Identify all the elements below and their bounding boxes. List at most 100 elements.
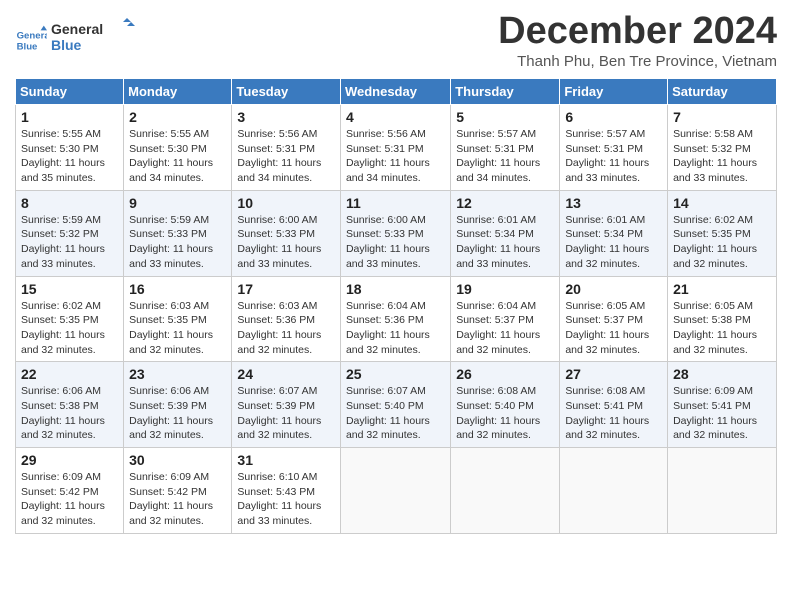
title-section: December 2024 Thanh Phu, Ben Tre Provinc… [498,10,777,70]
calendar-day-cell: 8 Sunrise: 5:59 AMSunset: 5:32 PMDayligh… [16,190,124,276]
calendar-day-cell: 17 Sunrise: 6:03 AMSunset: 5:36 PMDaylig… [232,276,341,362]
day-info: Sunrise: 6:03 AMSunset: 5:35 PMDaylight:… [129,300,213,356]
day-number: 2 [129,109,226,125]
day-number: 24 [237,366,335,382]
calendar-table: SundayMondayTuesdayWednesdayThursdayFrid… [15,78,777,534]
svg-text:General: General [17,30,47,41]
calendar-day-cell: 1 Sunrise: 5:55 AMSunset: 5:30 PMDayligh… [16,105,124,191]
day-number: 4 [346,109,445,125]
calendar-day-cell: 2 Sunrise: 5:55 AMSunset: 5:30 PMDayligh… [124,105,232,191]
calendar-day-cell: 26 Sunrise: 6:08 AMSunset: 5:40 PMDaylig… [451,362,560,448]
day-info: Sunrise: 5:55 AMSunset: 5:30 PMDaylight:… [21,128,105,184]
day-number: 8 [21,195,118,211]
calendar-week-row: 8 Sunrise: 5:59 AMSunset: 5:32 PMDayligh… [16,190,777,276]
day-info: Sunrise: 5:55 AMSunset: 5:30 PMDaylight:… [129,128,213,184]
calendar-day-cell: 3 Sunrise: 5:56 AMSunset: 5:31 PMDayligh… [232,105,341,191]
calendar-day-cell: 14 Sunrise: 6:02 AMSunset: 5:35 PMDaylig… [668,190,777,276]
day-info: Sunrise: 5:57 AMSunset: 5:31 PMDaylight:… [456,128,540,184]
col-header-tuesday: Tuesday [232,79,341,105]
day-info: Sunrise: 6:05 AMSunset: 5:38 PMDaylight:… [673,300,757,356]
calendar-day-cell: 27 Sunrise: 6:08 AMSunset: 5:41 PMDaylig… [560,362,668,448]
calendar-day-cell: 28 Sunrise: 6:09 AMSunset: 5:41 PMDaylig… [668,362,777,448]
calendar-day-cell: 25 Sunrise: 6:07 AMSunset: 5:40 PMDaylig… [340,362,450,448]
day-number: 11 [346,195,445,211]
day-number: 22 [21,366,118,382]
calendar-day-cell: 13 Sunrise: 6:01 AMSunset: 5:34 PMDaylig… [560,190,668,276]
day-number: 28 [673,366,771,382]
day-info: Sunrise: 6:02 AMSunset: 5:35 PMDaylight:… [21,300,105,356]
day-info: Sunrise: 5:56 AMSunset: 5:31 PMDaylight:… [346,128,430,184]
day-info: Sunrise: 6:09 AMSunset: 5:42 PMDaylight:… [21,471,105,527]
calendar-empty-cell [668,448,777,534]
day-info: Sunrise: 5:56 AMSunset: 5:31 PMDaylight:… [237,128,321,184]
day-number: 21 [673,281,771,297]
day-info: Sunrise: 5:59 AMSunset: 5:33 PMDaylight:… [129,214,213,270]
col-header-saturday: Saturday [668,79,777,105]
day-number: 13 [565,195,662,211]
day-info: Sunrise: 5:58 AMSunset: 5:32 PMDaylight:… [673,128,757,184]
day-info: Sunrise: 6:06 AMSunset: 5:39 PMDaylight:… [129,385,213,441]
col-header-monday: Monday [124,79,232,105]
day-number: 16 [129,281,226,297]
day-number: 19 [456,281,554,297]
day-info: Sunrise: 6:05 AMSunset: 5:37 PMDaylight:… [565,300,649,356]
day-info: Sunrise: 6:04 AMSunset: 5:37 PMDaylight:… [456,300,540,356]
calendar-day-cell: 18 Sunrise: 6:04 AMSunset: 5:36 PMDaylig… [340,276,450,362]
calendar-day-cell: 24 Sunrise: 6:07 AMSunset: 5:39 PMDaylig… [232,362,341,448]
calendar-day-cell: 20 Sunrise: 6:05 AMSunset: 5:37 PMDaylig… [560,276,668,362]
day-number: 27 [565,366,662,382]
calendar-day-cell: 19 Sunrise: 6:04 AMSunset: 5:37 PMDaylig… [451,276,560,362]
day-number: 10 [237,195,335,211]
day-info: Sunrise: 6:01 AMSunset: 5:34 PMDaylight:… [565,214,649,270]
day-number: 15 [21,281,118,297]
calendar-day-cell: 22 Sunrise: 6:06 AMSunset: 5:38 PMDaylig… [16,362,124,448]
day-info: Sunrise: 6:02 AMSunset: 5:35 PMDaylight:… [673,214,757,270]
day-number: 26 [456,366,554,382]
calendar-day-cell: 9 Sunrise: 5:59 AMSunset: 5:33 PMDayligh… [124,190,232,276]
col-header-wednesday: Wednesday [340,79,450,105]
calendar-empty-cell [560,448,668,534]
col-header-sunday: Sunday [16,79,124,105]
calendar-week-row: 1 Sunrise: 5:55 AMSunset: 5:30 PMDayligh… [16,105,777,191]
calendar-day-cell: 23 Sunrise: 6:06 AMSunset: 5:39 PMDaylig… [124,362,232,448]
day-info: Sunrise: 6:04 AMSunset: 5:36 PMDaylight:… [346,300,430,356]
day-number: 23 [129,366,226,382]
calendar-day-cell: 6 Sunrise: 5:57 AMSunset: 5:31 PMDayligh… [560,105,668,191]
day-number: 3 [237,109,335,125]
calendar-week-row: 29 Sunrise: 6:09 AMSunset: 5:42 PMDaylig… [16,448,777,534]
day-info: Sunrise: 6:08 AMSunset: 5:41 PMDaylight:… [565,385,649,441]
day-info: Sunrise: 6:10 AMSunset: 5:43 PMDaylight:… [237,471,321,527]
page-header: General Blue General Blue December 2024 … [15,10,777,70]
day-info: Sunrise: 6:07 AMSunset: 5:40 PMDaylight:… [346,385,430,441]
day-number: 1 [21,109,118,125]
calendar-day-cell: 21 Sunrise: 6:05 AMSunset: 5:38 PMDaylig… [668,276,777,362]
day-number: 20 [565,281,662,297]
day-number: 14 [673,195,771,211]
calendar-day-cell: 10 Sunrise: 6:00 AMSunset: 5:33 PMDaylig… [232,190,341,276]
day-number: 31 [237,452,335,468]
calendar-week-row: 15 Sunrise: 6:02 AMSunset: 5:35 PMDaylig… [16,276,777,362]
location-title: Thanh Phu, Ben Tre Province, Vietnam [498,53,777,70]
logo: General Blue General Blue [15,18,136,61]
day-info: Sunrise: 5:57 AMSunset: 5:31 PMDaylight:… [565,128,649,184]
calendar-day-cell: 15 Sunrise: 6:02 AMSunset: 5:35 PMDaylig… [16,276,124,362]
day-number: 7 [673,109,771,125]
calendar-empty-cell [340,448,450,534]
calendar-day-cell: 5 Sunrise: 5:57 AMSunset: 5:31 PMDayligh… [451,105,560,191]
calendar-day-cell: 4 Sunrise: 5:56 AMSunset: 5:31 PMDayligh… [340,105,450,191]
day-info: Sunrise: 6:07 AMSunset: 5:39 PMDaylight:… [237,385,321,441]
day-info: Sunrise: 6:00 AMSunset: 5:33 PMDaylight:… [237,214,321,270]
day-info: Sunrise: 6:08 AMSunset: 5:40 PMDaylight:… [456,385,540,441]
day-info: Sunrise: 6:03 AMSunset: 5:36 PMDaylight:… [237,300,321,356]
day-number: 29 [21,452,118,468]
col-header-friday: Friday [560,79,668,105]
day-info: Sunrise: 5:59 AMSunset: 5:32 PMDaylight:… [21,214,105,270]
calendar-week-row: 22 Sunrise: 6:06 AMSunset: 5:38 PMDaylig… [16,362,777,448]
day-number: 18 [346,281,445,297]
day-number: 12 [456,195,554,211]
day-number: 30 [129,452,226,468]
calendar-day-cell: 11 Sunrise: 6:00 AMSunset: 5:33 PMDaylig… [340,190,450,276]
calendar-header-row: SundayMondayTuesdayWednesdayThursdayFrid… [16,79,777,105]
day-number: 25 [346,366,445,382]
calendar-day-cell: 29 Sunrise: 6:09 AMSunset: 5:42 PMDaylig… [16,448,124,534]
